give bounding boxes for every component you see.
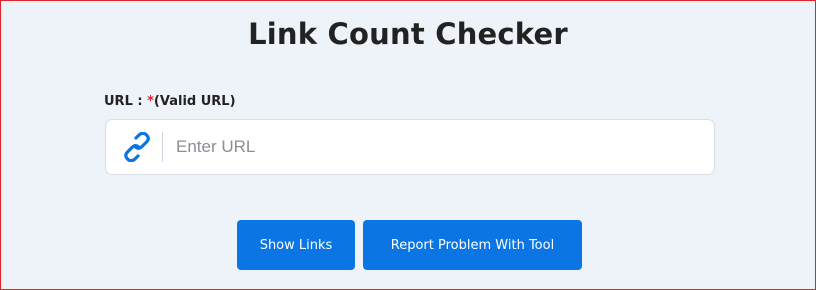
required-marker: * [147,94,154,109]
show-links-button[interactable]: Show Links [237,220,355,270]
url-label-text: URL : [104,94,143,109]
url-label-hint: (Valid URL) [153,94,236,109]
report-problem-button[interactable]: Report Problem With Tool [363,220,582,270]
link-icon [121,131,153,163]
tool-panel: Link Count Checker URL : *(Valid URL) Sh… [0,0,816,290]
url-input-group[interactable] [105,119,715,175]
url-field-label: URL : *(Valid URL) [104,94,236,109]
url-input[interactable] [176,128,701,166]
page-title: Link Count Checker [248,17,568,51]
icon-divider [162,132,163,162]
